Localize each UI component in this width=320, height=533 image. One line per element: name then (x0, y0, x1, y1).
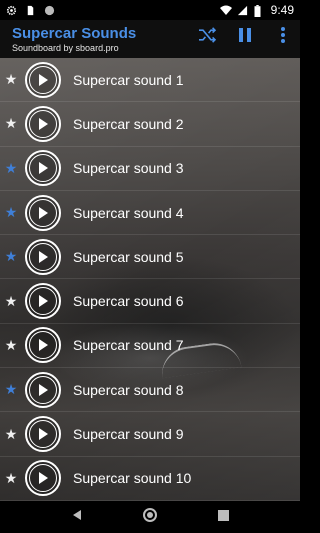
play-button[interactable] (25, 283, 61, 320)
favorite-star-icon[interactable]: ★ (0, 248, 22, 265)
play-button[interactable] (25, 61, 61, 98)
sound-item[interactable]: ★ Supercar sound 3 (0, 147, 300, 191)
favorite-star-icon[interactable]: ★ (0, 426, 22, 443)
play-icon (29, 242, 57, 271)
sound-list: ★ Supercar sound 1 ★ Supercar sound 2 ★ Super… (0, 58, 300, 501)
more-options-button[interactable] (272, 26, 294, 48)
play-icon (29, 420, 57, 449)
play-button[interactable] (25, 371, 61, 408)
play-icon (29, 65, 57, 94)
home-button[interactable] (138, 505, 162, 529)
recents-icon (217, 508, 229, 526)
wifi-icon (219, 5, 232, 16)
sound-item[interactable]: ★ Supercar sound 4 (0, 191, 300, 236)
play-button[interactable] (25, 105, 61, 142)
sound-label: Supercar sound 8 (73, 381, 184, 398)
sound-label: Supercar sound 6 (73, 293, 184, 310)
sound-item[interactable]: ★ Supercar sound 8 (0, 368, 300, 413)
shuffle-button[interactable] (196, 26, 218, 48)
sound-label: Supercar sound 7 (73, 337, 184, 354)
sound-label: Supercar sound 4 (73, 204, 184, 221)
shuffle-icon (197, 26, 217, 48)
play-icon (29, 331, 57, 360)
favorite-star-icon[interactable]: ★ (0, 115, 22, 132)
sound-item[interactable]: ★ Supercar sound 9 (0, 412, 300, 457)
sound-label: Supercar sound 3 (73, 160, 184, 177)
play-icon (29, 154, 57, 183)
sound-item[interactable]: ★ Supercar sound 7 (0, 324, 300, 369)
play-icon (29, 198, 57, 227)
gear-icon (6, 5, 17, 16)
battery-icon (254, 4, 265, 17)
signal-icon (237, 5, 248, 16)
recents-button[interactable] (211, 505, 235, 529)
play-icon (29, 109, 57, 138)
status-bar: 9:49 (0, 0, 300, 20)
favorite-star-icon[interactable]: ★ (0, 204, 22, 221)
play-button[interactable] (25, 150, 61, 187)
play-button[interactable] (25, 416, 61, 453)
home-icon (142, 507, 157, 527)
app-bar: Supercar Sounds Soundboard by sboard.pro (0, 20, 300, 58)
sound-item[interactable]: ★ Supercar sound 1 (0, 58, 300, 103)
favorite-star-icon[interactable]: ★ (0, 293, 22, 310)
circle-icon (44, 5, 55, 16)
pause-button[interactable] (234, 26, 256, 48)
back-icon (71, 508, 83, 526)
sound-label: Supercar sound 5 (73, 248, 184, 265)
sound-item[interactable]: ★ Supercar sound 5 (0, 235, 300, 280)
play-icon (29, 287, 57, 316)
favorite-star-icon[interactable]: ★ (0, 337, 22, 354)
back-button[interactable] (65, 505, 89, 529)
favorite-star-icon[interactable]: ★ (0, 470, 22, 487)
sound-item[interactable]: ★ Supercar sound 10 (0, 457, 300, 501)
clock-time: 9:49 (270, 3, 294, 17)
play-icon (29, 464, 57, 493)
play-button[interactable] (25, 460, 61, 497)
sound-label: Supercar sound 1 (73, 71, 184, 88)
sd-card-icon (25, 5, 36, 16)
sound-label: Supercar sound 2 (73, 115, 184, 132)
play-button[interactable] (25, 238, 61, 275)
more-vert-icon (280, 26, 286, 49)
navigation-bar (0, 501, 300, 533)
favorite-star-icon[interactable]: ★ (0, 160, 22, 177)
sound-item[interactable]: ★ Supercar sound 2 (0, 102, 300, 147)
play-icon (29, 375, 57, 404)
sound-item[interactable]: ★ Supercar sound 6 (0, 279, 300, 324)
favorite-star-icon[interactable]: ★ (0, 381, 22, 398)
pause-icon (238, 27, 252, 48)
sound-label: Supercar sound 9 (73, 426, 184, 443)
sound-label: Supercar sound 10 (73, 470, 192, 487)
play-button[interactable] (25, 327, 61, 364)
play-button[interactable] (25, 194, 61, 231)
favorite-star-icon[interactable]: ★ (0, 71, 22, 88)
